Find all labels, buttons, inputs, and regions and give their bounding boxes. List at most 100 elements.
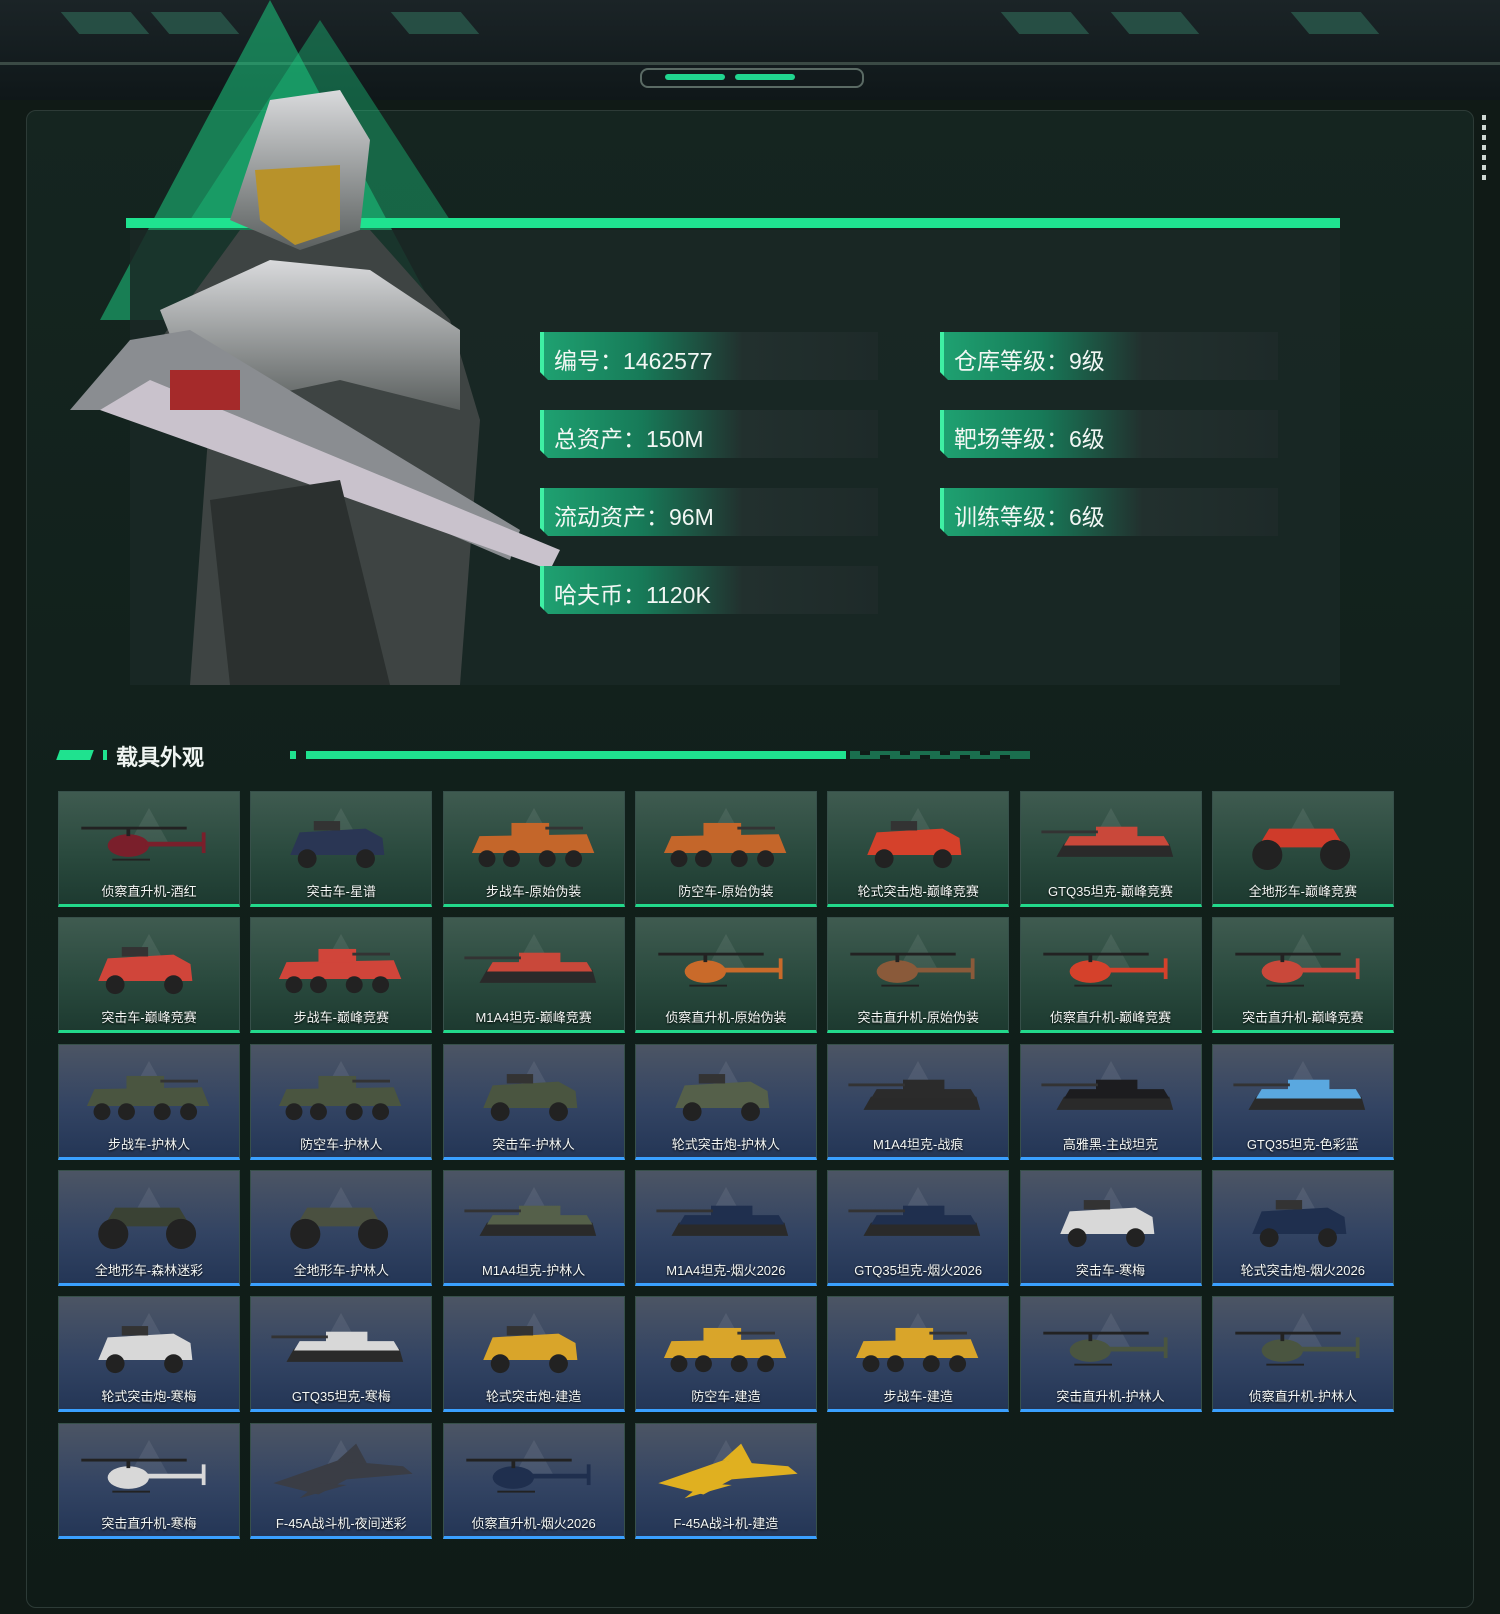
banner-pill <box>665 74 725 80</box>
atv-icon <box>98 1207 197 1249</box>
car-icon <box>482 1326 577 1374</box>
car-icon <box>290 821 385 869</box>
vehicle-skin-label: M1A4坦克-烟火2026 <box>666 1262 786 1278</box>
vehicle-skin-label: GTQ35坦克-寒梅 <box>291 1389 391 1405</box>
heli-icon <box>81 1458 206 1493</box>
vehicle-skin-card[interactable]: 侦察直升机-烟火2026 <box>442 1422 625 1539</box>
tank-icon <box>1233 1079 1365 1110</box>
heli-icon <box>658 953 783 987</box>
tank-icon <box>656 1205 789 1236</box>
tank-icon <box>464 953 596 984</box>
stat-total-assets: 总资产：150M <box>540 410 878 458</box>
vehicle-skin-card[interactable]: GTQ35坦克-巅峰竞赛 <box>1019 791 1202 907</box>
vehicle-skin-label: 轮式突击炮-建造 <box>485 1389 582 1405</box>
vehicle-skin-card[interactable]: 侦察直升机-巅峰竞赛 <box>1019 917 1202 1034</box>
tank-icon <box>271 1331 404 1363</box>
vehicle-skin-card[interactable]: 突击直升机-寒梅 <box>58 1422 240 1539</box>
tank-icon <box>1040 1079 1173 1110</box>
ifv-icon <box>279 1075 402 1120</box>
jet-icon <box>273 1443 413 1498</box>
vehicle-skin-card[interactable]: F-45A战斗机-建造 <box>634 1422 817 1539</box>
vehicle-skin-card[interactable]: 全地形车-护林人 <box>250 1169 433 1286</box>
vehicle-skin-card[interactable]: 轮式突击炮-建造 <box>442 1296 625 1413</box>
vehicle-skin-label: 突击车-寒梅 <box>1075 1262 1146 1278</box>
vehicle-skin-card[interactable]: 突击车-护林人 <box>442 1043 625 1160</box>
vehicle-skin-card[interactable]: 侦察直升机-护林人 <box>1211 1296 1394 1413</box>
vehicle-skin-label: 步战车-建造 <box>883 1389 953 1405</box>
vehicle-skin-label: 侦察直升机-烟火2026 <box>471 1515 596 1531</box>
vehicle-skin-card[interactable]: 步战车-护林人 <box>58 1043 240 1160</box>
vehicle-skin-card[interactable]: 防空车-建造 <box>634 1296 817 1413</box>
car-icon <box>98 947 193 995</box>
vehicle-skin-card[interactable]: 步战车-原始伪装 <box>442 791 625 907</box>
vehicle-skin-card[interactable]: GTQ35坦克-色彩蓝 <box>1211 1043 1394 1160</box>
vehicle-skin-label: 防空车-护林人 <box>300 1136 383 1152</box>
tank-icon <box>848 1079 981 1110</box>
ifv-icon <box>471 822 594 868</box>
jet-icon <box>658 1443 798 1498</box>
vehicle-skin-card[interactable]: 突击直升机-巅峰竞赛 <box>1211 917 1394 1034</box>
vehicle-skin-card[interactable]: M1A4坦克-巅峰竞赛 <box>442 917 625 1034</box>
car-icon <box>98 1326 193 1374</box>
banner-stripe <box>1000 12 1090 34</box>
vehicle-skin-card[interactable]: 突击直升机-护林人 <box>1019 1296 1202 1413</box>
vehicle-skin-label: 防空车-建造 <box>691 1389 761 1405</box>
vehicle-skin-card[interactable]: 防空车-护林人 <box>250 1043 433 1160</box>
heli-icon <box>465 1458 591 1493</box>
section-divider <box>290 751 1030 759</box>
car-icon <box>482 1073 577 1121</box>
vehicle-skin-card[interactable]: 步战车-巅峰竞赛 <box>250 917 433 1034</box>
vehicle-skin-card[interactable]: 突击车-星谱 <box>250 791 433 907</box>
vehicle-skin-card[interactable]: 突击车-寒梅 <box>1019 1169 1202 1286</box>
vehicle-skin-card[interactable]: 突击直升机-原始伪装 <box>827 917 1010 1034</box>
stat-haf-coin-text: 哈夫币：1120K <box>554 582 711 608</box>
vehicle-skin-label: GTQ35坦克-巅峰竞赛 <box>1048 884 1173 899</box>
vehicle-skin-label: 突击车-护林人 <box>492 1136 575 1152</box>
ifv-icon <box>663 822 787 868</box>
vehicle-skin-label: 轮式突击炮-巅峰竞赛 <box>857 884 979 899</box>
vehicle-skin-card[interactable]: GTQ35坦克-寒梅 <box>250 1296 433 1413</box>
vehicle-skin-card[interactable]: 全地形车-森林迷彩 <box>58 1169 240 1286</box>
tank-icon <box>848 1205 981 1236</box>
vehicle-skin-card[interactable]: F-45A战斗机-夜间迷彩 <box>250 1422 433 1539</box>
vehicle-skin-card[interactable]: 轮式突击炮-寒梅 <box>58 1296 240 1413</box>
car-icon <box>675 1073 770 1121</box>
vehicle-skin-label: 轮式突击炮-寒梅 <box>101 1389 197 1405</box>
vehicle-skin-label: 突击直升机-巅峰竞赛 <box>1242 1010 1364 1026</box>
heli-icon <box>850 953 975 987</box>
vehicle-skin-card[interactable]: 防空车-原始伪装 <box>634 791 817 907</box>
vehicle-skin-card[interactable]: 全地形车-巅峰竞赛 <box>1211 791 1394 907</box>
banner-pill <box>735 74 795 80</box>
vehicle-skin-label: 轮式突击炮-护林人 <box>671 1136 781 1152</box>
vehicle-skin-card[interactable]: 侦察直升机-酒红 <box>58 791 240 907</box>
stat-warehouse-level: 仓库等级：9级 <box>940 332 1278 380</box>
stat-liquid-assets-text: 流动资产：96M <box>554 504 714 530</box>
stat-player-id-text: 编号：1462577 <box>554 348 713 374</box>
scroll-indicator <box>1482 115 1486 185</box>
ifv-icon <box>663 1328 787 1373</box>
vehicle-skin-label: F-45A战斗机-夜间迷彩 <box>275 1515 407 1531</box>
vehicle-skin-card[interactable]: 步战车-建造 <box>827 1296 1010 1413</box>
vehicle-skin-card[interactable]: 侦察直升机-原始伪装 <box>634 917 817 1034</box>
vehicle-skin-label: 侦察直升机-原始伪装 <box>665 1010 787 1026</box>
vehicle-skin-card[interactable]: 突击车-巅峰竞赛 <box>58 917 240 1034</box>
vehicle-skin-card[interactable]: M1A4坦克-烟火2026 <box>634 1169 817 1286</box>
vehicle-skin-card[interactable]: 高雅黑-主战坦克 <box>1019 1043 1202 1160</box>
stat-haf-coin: 哈夫币：1120K <box>540 566 878 614</box>
vehicle-skin-label: 全地形车-巅峰竞赛 <box>1248 884 1357 899</box>
vehicle-skin-card[interactable]: GTQ35坦克-烟火2026 <box>827 1169 1010 1286</box>
vehicle-skin-label: 步战车-巅峰竞赛 <box>293 1010 389 1026</box>
stat-player-id: 编号：1462577 <box>540 332 878 380</box>
vehicle-skin-card[interactable]: M1A4坦克-战痕 <box>827 1043 1010 1160</box>
heli-icon <box>1235 953 1360 987</box>
vehicle-skin-label: 防空车-原始伪装 <box>678 884 774 899</box>
stat-range-level: 靶场等级：6级 <box>940 410 1278 458</box>
vehicle-skin-card[interactable]: 轮式突击炮-护林人 <box>634 1043 817 1160</box>
section-mark <box>56 750 94 760</box>
tank-icon <box>1040 826 1173 857</box>
vehicle-skin-card[interactable]: 轮式突击炮-巅峰竞赛 <box>827 791 1010 907</box>
vehicle-skin-label: F-45A战斗机-建造 <box>673 1515 779 1531</box>
vehicle-skin-card[interactable]: 轮式突击炮-烟火2026 <box>1211 1169 1394 1286</box>
vehicle-skin-card[interactable]: M1A4坦克-护林人 <box>442 1169 625 1286</box>
car-icon <box>1252 1199 1347 1248</box>
